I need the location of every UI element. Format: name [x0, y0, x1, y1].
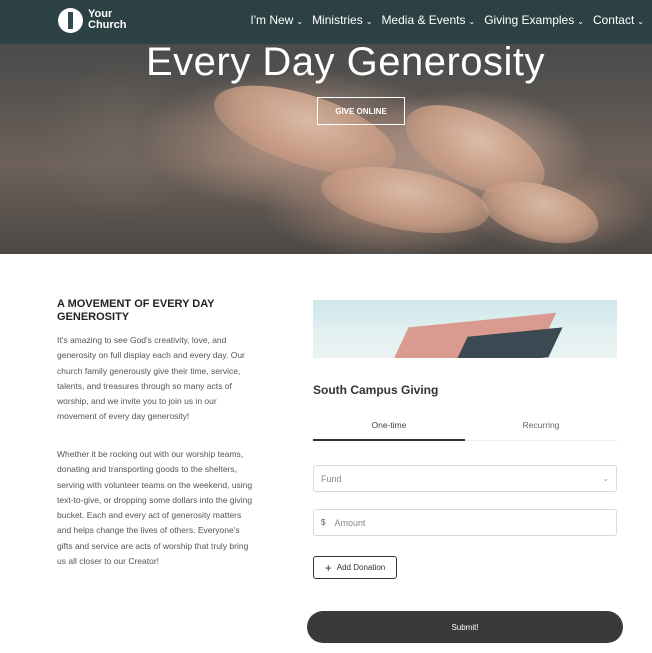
church-logo-icon[interactable] [58, 8, 83, 33]
nav-item-label: Ministries [312, 13, 363, 27]
currency-symbol: $ [321, 518, 326, 527]
chevron-down-icon: ⌄ [577, 16, 584, 26]
logo-line-2: Church [88, 19, 127, 31]
plus-icon: + [324, 560, 332, 575]
nav-item-label: Media & Events [381, 13, 466, 27]
tab-one-time[interactable]: One-time [313, 413, 465, 441]
intro-paragraph-2: Whether it be rocking out with our worsh… [57, 449, 253, 567]
submit-button[interactable]: Submit! [307, 611, 623, 643]
nav-item-contact[interactable]: Contact ⌄ [593, 13, 644, 27]
hero-banner: Your Church I'm New ⌄ Ministries ⌄ Media… [0, 0, 652, 254]
nav-item-label: I'm New [250, 13, 294, 27]
nav-item-media-events[interactable]: Media & Events ⌄ [381, 13, 475, 27]
amount-placeholder: Amount [334, 517, 366, 528]
add-donation-button[interactable]: + Add Donation [313, 556, 397, 579]
intro-paragraph-1: It's amazing to see God's creativity, lo… [57, 335, 245, 422]
fund-select[interactable]: Fund ⌄ [313, 465, 617, 492]
frequency-tabs: One-time Recurring [313, 413, 617, 441]
section-heading: A MOVEMENT OF EVERY DAY GENEROSITY [57, 298, 215, 323]
giving-form-title: South Campus Giving [313, 383, 439, 397]
chevron-down-icon: ⌄ [365, 16, 373, 26]
amount-field[interactable]: $ Amount [313, 509, 617, 536]
tab-recurring[interactable]: Recurring [465, 413, 617, 440]
top-navigation-bar: Your Church I'm New ⌄ Ministries ⌄ Media… [0, 0, 652, 44]
logo-text[interactable]: Your Church [88, 9, 127, 31]
nav-item-ministries[interactable]: Ministries ⌄ [312, 13, 372, 27]
chevron-down-icon: ⌄ [468, 16, 476, 26]
main-nav: I'm New ⌄ Ministries ⌄ Media & Events ⌄ … [250, 13, 644, 27]
fund-placeholder: Fund [321, 473, 342, 484]
nav-item-label: Giving Examples [484, 13, 575, 27]
give-online-button[interactable]: GIVE ONLINE [317, 97, 405, 125]
chevron-down-icon: ⌄ [602, 474, 609, 483]
nav-item-giving-examples[interactable]: Giving Examples ⌄ [484, 13, 584, 27]
chevron-down-icon: ⌄ [637, 16, 644, 26]
giving-promo-image [313, 300, 617, 358]
chevron-down-icon: ⌄ [296, 16, 304, 26]
nav-item-im-new[interactable]: I'm New ⌄ [250, 13, 303, 27]
add-donation-label: Add Donation [336, 563, 386, 572]
hero-title: Every Day Generosity [146, 40, 546, 84]
nav-item-label: Contact [592, 13, 635, 27]
